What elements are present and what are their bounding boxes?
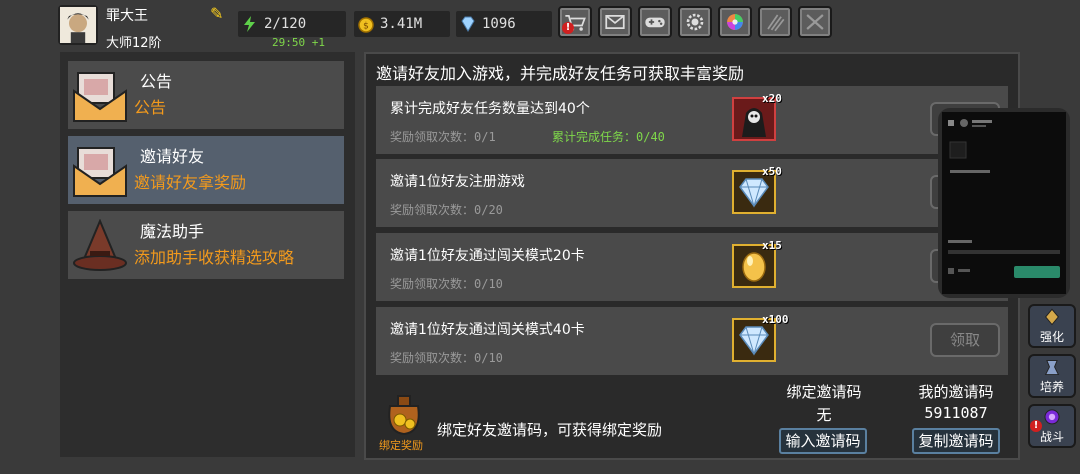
- sidebar-item-announcement[interactable]: 公告 公告: [68, 61, 344, 129]
- my-code-label: 我的邀请码: [918, 383, 994, 401]
- mail-icon: [605, 15, 625, 29]
- claim-button[interactable]: 领取: [930, 323, 1000, 357]
- diamond-icon: [739, 178, 769, 208]
- reward-quantity: x15: [762, 239, 782, 252]
- task-row: 邀请1位好友通过闯关模式40卡 奖励领取次数：0/10 x100 领取: [376, 307, 1008, 375]
- shop-alert-icon: !: [562, 22, 574, 34]
- player-avatar[interactable]: [58, 5, 98, 45]
- cultivate-label: 培养: [1039, 380, 1064, 394]
- floating-video-overlay[interactable]: [938, 108, 1070, 298]
- battle-alert-icon: !: [1030, 420, 1042, 432]
- crossed-swords-icon: [806, 14, 824, 30]
- sidebar-item-invite-friends[interactable]: 邀请好友 邀请好友拿奖励: [68, 136, 344, 204]
- task-claim-count: 奖励领取次数：0/10: [390, 277, 503, 291]
- diamond-icon: [461, 16, 475, 32]
- treasure-bag-icon: [388, 395, 420, 436]
- overlay-screen-icon: [942, 112, 1066, 294]
- task-title: 累计完成好友任务数量达到40个: [390, 101, 590, 117]
- gem-value: 1096: [482, 16, 516, 32]
- task-row: 邀请1位好友通过闯关模式20卡 奖励领取次数：0/10 x15 领取: [376, 233, 1008, 301]
- color-wheel-icon: [727, 14, 743, 30]
- stamina-value: 2/120: [264, 16, 307, 32]
- gold-coin-icon: $: [358, 17, 374, 33]
- task-title: 邀请1位好友注册游戏: [390, 174, 525, 190]
- gem-counter: 1096: [456, 11, 552, 37]
- reward-quantity: x100: [762, 313, 789, 326]
- gear-icon: [686, 13, 704, 31]
- bound-code-label: 绑定邀请码: [786, 383, 862, 401]
- shop-button[interactable]: [558, 6, 592, 38]
- sidebar-item-title: 邀请好友: [140, 147, 205, 166]
- avatar-portrait-icon: [60, 7, 96, 43]
- reward-quantity: x20: [762, 92, 782, 105]
- diamond-icon: [739, 326, 769, 356]
- reward-quantity: x50: [762, 165, 782, 178]
- claw-icon: [767, 14, 785, 32]
- sidebar-item-title: 魔法助手: [140, 222, 205, 241]
- bind-reward-tag: 绑定奖励: [379, 439, 423, 452]
- coin-value: 3.41M: [380, 16, 423, 32]
- mail-button[interactable]: [598, 6, 632, 38]
- lightning-icon: [244, 16, 255, 32]
- upgrade-button[interactable]: 强化: [1028, 304, 1076, 348]
- edit-profile-icon[interactable]: ✎: [210, 6, 226, 22]
- player-rank: 大师12阶: [106, 36, 162, 51]
- copy-code-button[interactable]: 复制邀请码: [912, 428, 1000, 454]
- stamina-counter: 2/120: [238, 11, 346, 37]
- task-claim-count: 奖励领取次数：0/1: [390, 130, 496, 144]
- golden-egg-icon: [742, 252, 766, 282]
- my-code-value: 5911087: [924, 404, 988, 422]
- svg-text:$: $: [363, 22, 369, 32]
- sidebar-item-subtitle: 添加助手收获精选攻略: [134, 248, 295, 267]
- sidebar-item-subtitle: 邀请好友拿奖励: [134, 173, 247, 192]
- task-row: 邀请1位好友注册游戏 奖励领取次数：0/20 x50 领取: [376, 159, 1008, 227]
- player-name: 罪大王: [106, 8, 148, 24]
- claw-button[interactable]: [758, 6, 792, 38]
- cultivate-button[interactable]: 培养: [1028, 354, 1076, 398]
- settings-button[interactable]: [678, 6, 712, 38]
- panel-header: 邀请好友加入游戏，并完成好友任务可获取丰富奖励: [376, 64, 745, 83]
- envelope-icon: [73, 147, 127, 197]
- reaper-icon: [742, 108, 766, 137]
- battle-mode-button[interactable]: [798, 6, 832, 38]
- task-title: 邀请1位好友通过闯关模式40卡: [390, 322, 585, 338]
- task-claim-count: 奖励领取次数：0/20: [390, 203, 503, 217]
- wizard-hat-icon: [73, 219, 127, 271]
- sidebar-item-title: 公告: [140, 72, 173, 91]
- coin-counter: $ 3.41M: [354, 11, 450, 37]
- enter-code-button[interactable]: 输入邀请码: [779, 428, 867, 454]
- sidebar-item-magic-assistant[interactable]: 魔法助手 添加助手收获精选攻略: [68, 211, 344, 279]
- task-title: 邀请1位好友通过闯关模式20卡: [390, 248, 585, 264]
- envelope-icon: [73, 72, 127, 122]
- sidebar-item-subtitle: 公告: [134, 98, 167, 117]
- gamepad-button[interactable]: [638, 6, 672, 38]
- bound-code-value: 无: [816, 406, 832, 424]
- color-wheel-button[interactable]: [718, 6, 752, 38]
- task-progress: 累计完成任务：0/40: [552, 130, 665, 144]
- task-claim-count: 奖励领取次数：0/10: [390, 351, 503, 365]
- upgrade-label: 强化: [1039, 330, 1064, 344]
- task-row: 累计完成好友任务数量达到40个 奖励领取次数：0/1 累计完成任务：0/40 x…: [376, 86, 1008, 154]
- bind-description: 绑定好友邀请码，可获得绑定奖励: [437, 421, 663, 439]
- gamepad-icon: [645, 17, 665, 28]
- stamina-timer: 29:50 +1: [272, 36, 325, 49]
